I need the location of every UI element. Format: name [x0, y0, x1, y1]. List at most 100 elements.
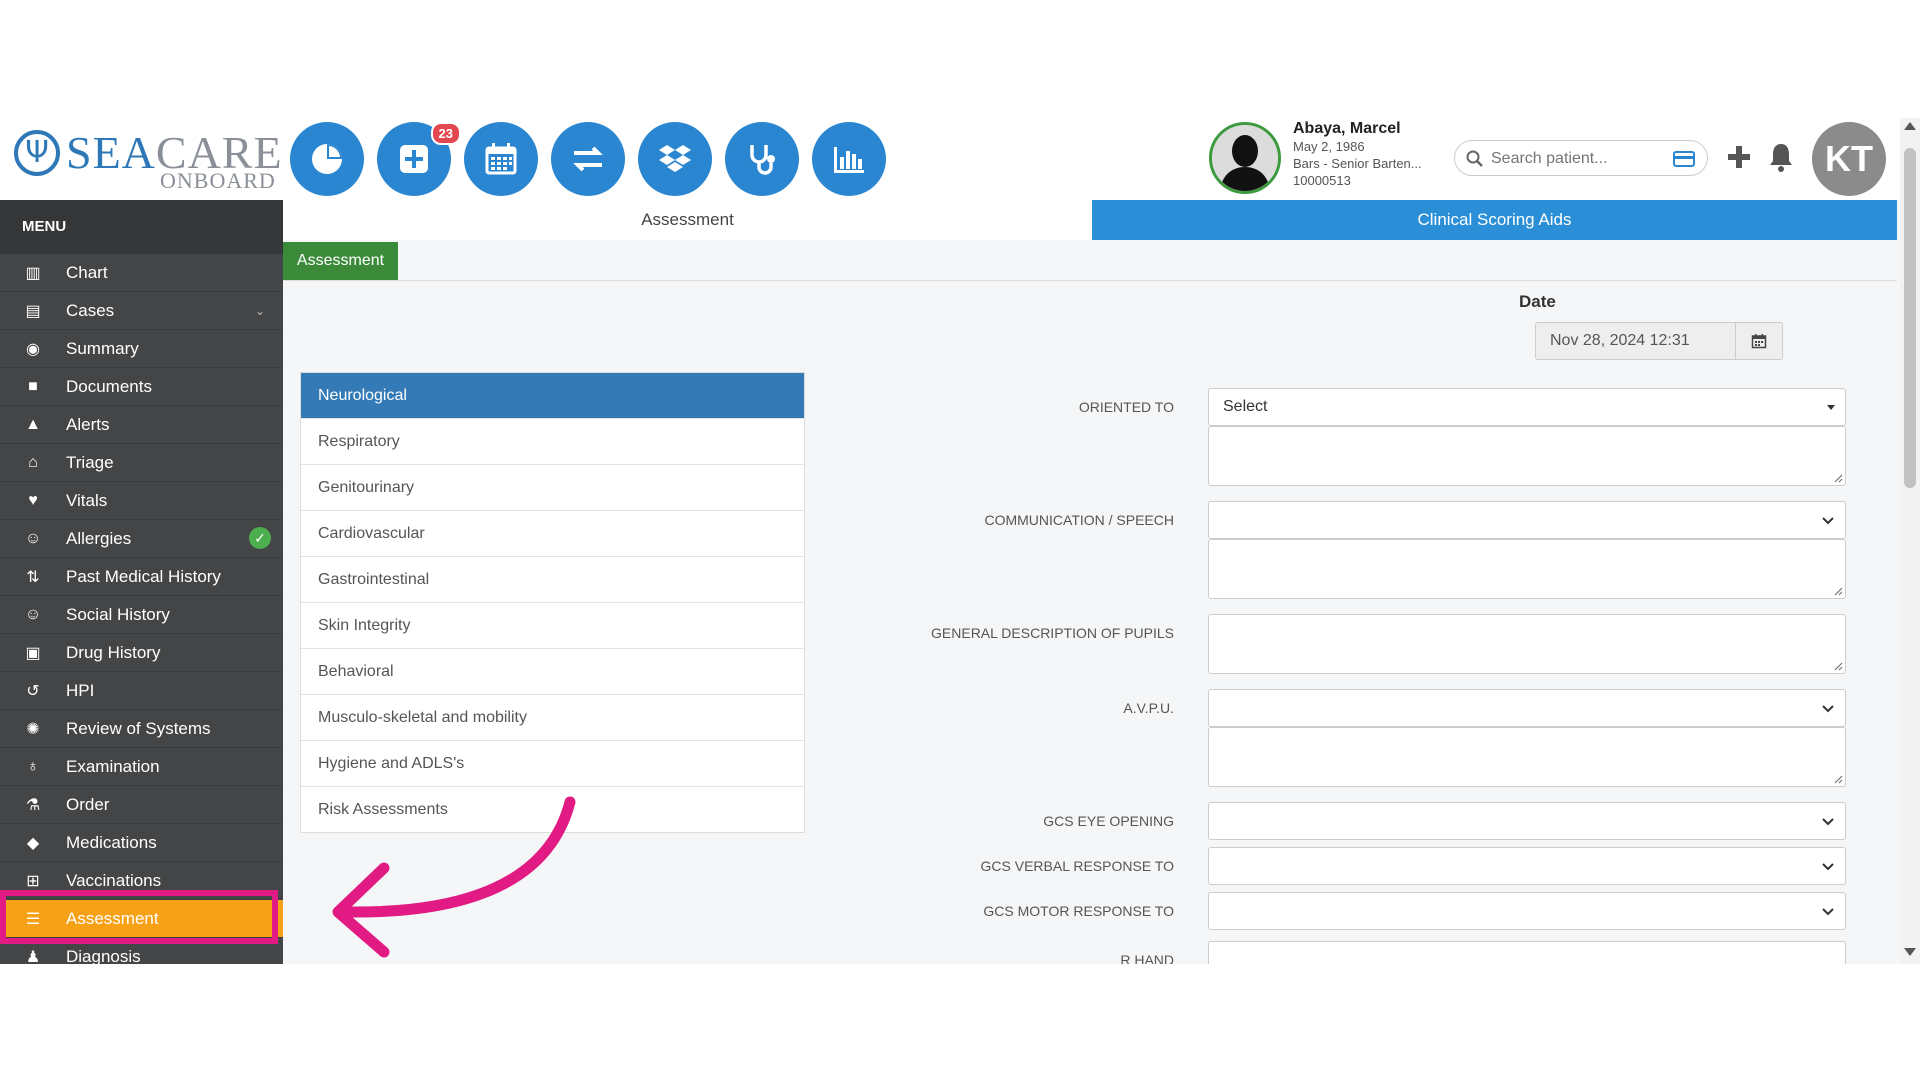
system-item-behavioral[interactable]: Behavioral: [301, 649, 804, 695]
tab-assessment[interactable]: Assessment: [283, 200, 1092, 240]
sidebar-item-label: Alerts: [66, 414, 110, 434]
scroll-down-arrow-icon[interactable]: [1904, 948, 1916, 956]
sidebar-item-review-of-systems[interactable]: ✺ Review of Systems: [0, 710, 283, 748]
date-input[interactable]: Nov 28, 2024 12:31: [1535, 322, 1783, 360]
chevron-down-icon: [1822, 863, 1834, 871]
sidebar-item-alerts[interactable]: ▲ Alerts: [0, 406, 283, 444]
tab-clinical-scoring-aids[interactable]: Clinical Scoring Aids: [1092, 200, 1897, 240]
patient-dob: May 2, 1986: [1293, 139, 1365, 154]
brand-tagline: ONBOARD: [160, 168, 276, 193]
sidebar-item-order[interactable]: ⚗ Order: [0, 786, 283, 824]
flask-icon: ⚗: [25, 796, 41, 814]
gcs-verbal-select[interactable]: [1208, 847, 1846, 885]
resize-grip-icon[interactable]: [1833, 586, 1843, 596]
system-item-neurological[interactable]: Neurological: [301, 373, 804, 419]
patient-name: Abaya, Marcel: [1293, 120, 1401, 137]
trident-icon: Ψ: [14, 130, 60, 176]
oriented-to-select[interactable]: Select: [1208, 388, 1846, 426]
patient-role: Bars - Senior Barten...: [1293, 156, 1422, 171]
transfer-button[interactable]: [551, 122, 625, 196]
scroll-thumb[interactable]: [1904, 148, 1916, 488]
sidebar-item-past-medical-history[interactable]: ⇅ Past Medical History: [0, 558, 283, 596]
avpu-notes[interactable]: [1208, 727, 1846, 787]
sidebar-item-drug-history[interactable]: ▣ Drug History: [0, 634, 283, 672]
sidebar-item-chart[interactable]: ▥ Chart: [0, 254, 283, 292]
sidebar-item-label: HPI: [66, 680, 95, 700]
sidebar-item-allergies[interactable]: ☺ Allergies ✓: [0, 520, 283, 558]
gcs-verbal-label: GCS VERBAL RESPONSE TO: [980, 858, 1174, 874]
search-input[interactable]: [1489, 147, 1673, 171]
plus-square-icon: ⊞: [26, 872, 40, 890]
transfer-icon: [573, 146, 603, 172]
sidebar-item-summary[interactable]: ◉ Summary: [0, 330, 283, 368]
communication-select[interactable]: [1208, 501, 1846, 539]
system-item-gastrointestinal[interactable]: Gastrointestinal: [301, 557, 804, 603]
patient-avatar[interactable]: [1209, 122, 1281, 194]
communication-notes[interactable]: [1208, 539, 1846, 599]
patient-search[interactable]: [1454, 140, 1708, 176]
resize-grip-icon[interactable]: [1833, 774, 1843, 784]
stethoscope-button[interactable]: [725, 122, 799, 196]
chevron-down-icon: [1822, 908, 1834, 916]
sidebar-item-label: Assessment: [66, 908, 159, 928]
sidebar-item-medications[interactable]: ◆ Medications: [0, 824, 283, 862]
sidebar-item-label: Allergies: [66, 528, 132, 548]
patient-id: 10000513: [1293, 173, 1351, 188]
sidebar-item-social-history[interactable]: ☺ Social History: [0, 596, 283, 634]
oriented-to-value: Select: [1223, 398, 1268, 415]
system-item-hygiene-adls[interactable]: Hygiene and ADLS's: [301, 741, 804, 787]
system-item-skin-integrity[interactable]: Skin Integrity: [301, 603, 804, 649]
subtab-assessment[interactable]: Assessment: [283, 242, 398, 280]
medkit-icon: ▣: [25, 644, 41, 662]
user-avatar[interactable]: KT: [1812, 122, 1886, 196]
id-card-icon[interactable]: [1673, 150, 1695, 168]
sidebar-item-examination[interactable]: ♁ Examination: [0, 748, 283, 786]
chevron-down-icon[interactable]: ⌄: [255, 304, 265, 318]
bell-icon[interactable]: [1766, 140, 1796, 174]
avpu-select[interactable]: [1208, 689, 1846, 727]
scroll-up-arrow-icon[interactable]: [1904, 122, 1916, 130]
app-window: Ψ SEACARE ONBOARD 23 Abaya, Marcel May 2…: [0, 118, 1920, 964]
sidebar-item-vaccinations[interactable]: ⊞ Vaccinations: [0, 862, 283, 900]
stethoscope-icon: ♁: [27, 757, 39, 775]
new-encounter-button[interactable]: 23: [377, 122, 461, 196]
calendar-button[interactable]: [464, 122, 538, 196]
page-scrollbar[interactable]: [1900, 118, 1920, 964]
system-item-respiratory[interactable]: Respiratory: [301, 419, 804, 465]
list-icon: ☰: [25, 910, 41, 928]
pill-icon: ◆: [26, 834, 40, 852]
r-hand-select[interactable]: [1208, 941, 1846, 964]
sidebar-item-label: Vitals: [66, 490, 108, 510]
dropbox-button[interactable]: [638, 122, 712, 196]
seacare-logo[interactable]: Ψ SEACARE ONBOARD: [14, 126, 282, 193]
user-md-icon: ♟: [25, 948, 41, 965]
sidebar-item-diagnosis[interactable]: ♟ Diagnosis: [0, 938, 283, 965]
add-icon[interactable]: [1724, 142, 1754, 172]
system-item-cardiovascular[interactable]: Cardiovascular: [301, 511, 804, 557]
sidebar-item-cases[interactable]: ▤ Cases ⌄: [0, 292, 283, 330]
sidebar-item-label: Cases: [66, 300, 115, 320]
oriented-to-notes[interactable]: [1208, 426, 1846, 486]
resize-grip-icon[interactable]: [1833, 661, 1843, 671]
sidebar-item-documents[interactable]: ■ Documents: [0, 368, 283, 406]
system-item-risk-assessments[interactable]: Risk Assessments: [301, 787, 804, 832]
gcs-eye-select[interactable]: [1208, 802, 1846, 840]
dashboard-button[interactable]: [290, 122, 364, 196]
sidebar-item-hpi[interactable]: ↺ HPI: [0, 672, 283, 710]
sidebar-item-label: Examination: [66, 756, 160, 776]
warning-icon: ▲: [25, 415, 41, 433]
sidebar-item-assessment[interactable]: ☰ Assessment: [0, 900, 283, 938]
resize-grip-icon[interactable]: [1833, 473, 1843, 483]
chevron-down-icon: [1822, 705, 1834, 713]
system-item-musculo-skeletal[interactable]: Musculo-skeletal and mobility: [301, 695, 804, 741]
gcs-motor-select[interactable]: [1208, 892, 1846, 930]
sidebar-item-label: Order: [66, 794, 110, 814]
sidebar-item-triage[interactable]: ⌂ Triage: [0, 444, 283, 482]
sidebar-item-vitals[interactable]: ♥ Vitals: [0, 482, 283, 520]
pupils-textarea[interactable]: [1208, 614, 1846, 674]
reports-button[interactable]: [812, 122, 886, 196]
calendar-button[interactable]: [1735, 323, 1782, 359]
system-item-genitourinary[interactable]: Genitourinary: [301, 465, 804, 511]
caret-down-icon: [1827, 405, 1835, 410]
chevron-down-icon: [1822, 818, 1834, 826]
